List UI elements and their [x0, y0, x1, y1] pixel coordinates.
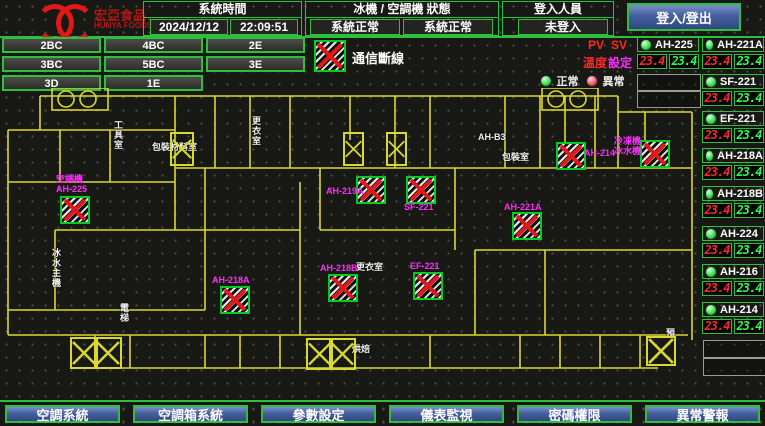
sv-header: SV	[611, 38, 627, 52]
stairwell-icon	[343, 132, 364, 166]
equipment-pv-value: 23.4	[702, 54, 732, 69]
device-label: AH-218B	[320, 263, 358, 273]
setpoint-header: 設定	[608, 54, 632, 71]
pv-header: PV	[588, 38, 604, 52]
equipment-sv-value: 23.4	[734, 54, 764, 69]
device-label: 冰水機	[614, 146, 641, 156]
equipment-name: AH-225	[655, 39, 693, 51]
device-label: AH-218A	[212, 275, 250, 285]
equipment-status-box[interactable]: SF-221	[702, 74, 764, 89]
floor-plan: 工具室包裝材料室更衣室AH-B3包裝室更衣室冰水主機電梯烘焙預 空調機AH-22…	[0, 88, 765, 400]
device-label: 冷凍機	[614, 136, 641, 146]
room-label: 更衣室	[356, 260, 383, 273]
temp-header: 溫度	[583, 54, 607, 71]
login-status-value: 未登入	[518, 19, 608, 35]
device-label: 空調機	[56, 174, 83, 184]
zone-button-4bc[interactable]: 4BC	[104, 37, 203, 53]
stairwell-icon	[386, 132, 407, 166]
system-time-label: 系統時間	[144, 2, 301, 18]
equipment-sv-value: 23.4	[669, 54, 699, 69]
zone-button-2e[interactable]: 2E	[206, 37, 305, 53]
room-label: 包裝室	[502, 150, 529, 163]
device-comm-loss-icon[interactable]	[60, 196, 90, 224]
normal-led-icon	[540, 75, 552, 87]
stairwell-icon	[329, 338, 356, 370]
room-label: 冰水主機	[50, 248, 63, 288]
nav-button-4[interactable]: 密碼權限	[517, 405, 632, 423]
device-comm-loss-icon[interactable]	[220, 286, 250, 314]
stairwell-icon	[646, 336, 676, 366]
equipment-values: 23.4 23.4	[702, 54, 764, 69]
system-date-value: 2024/12/12	[150, 19, 228, 35]
nav-button-2[interactable]: 參數設定	[261, 405, 376, 423]
abnormal-label: 異常	[602, 76, 624, 88]
room-label: 更衣室	[250, 116, 263, 146]
zone-button-grid: 2BC4BC2E3BC5BC3E3D1E	[2, 37, 308, 91]
header-bar: 宏亞食品 HUNYA FOODS 系統時間 2024/12/12 22:09:5…	[0, 0, 765, 38]
machine-status-label: 冰機 / 空調機 狀態	[306, 2, 498, 18]
nav-button-0[interactable]: 空調系統	[5, 405, 120, 423]
login-label: 登入人員	[503, 2, 613, 18]
bottom-nav-bar: 空調系統空調箱系統參數設定儀表監視密碼權限異常警報	[0, 400, 765, 426]
nav-button-1[interactable]: 空調箱系統	[133, 405, 248, 423]
equipment-values: 23.4 23.4	[637, 54, 699, 69]
device-label: AH-221A	[504, 202, 542, 212]
device-comm-loss-icon[interactable]	[328, 274, 358, 302]
equipment-led-icon	[705, 39, 714, 51]
company-logo: 宏亞食品 HUNYA FOODS	[2, 2, 140, 34]
equipment-status-box[interactable]: AH-225	[637, 37, 699, 52]
chiller-status-value: 系統正常	[310, 19, 400, 35]
zone-button-3bc[interactable]: 3BC	[2, 56, 101, 72]
nav-button-3[interactable]: 儀表監視	[389, 405, 504, 423]
device-comm-loss-icon[interactable]	[556, 142, 586, 170]
device-comm-loss-icon[interactable]	[413, 272, 443, 300]
equipment-led-icon	[705, 76, 717, 88]
device-comm-loss-icon[interactable]	[512, 212, 542, 240]
zone-button-3e[interactable]: 3E	[206, 56, 305, 72]
login-logout-button[interactable]: 登入/登出	[627, 3, 741, 31]
equipment-name: AH-221A	[717, 39, 763, 51]
room-label: AH-B3	[478, 132, 506, 142]
comm-loss-legend-label: 通信斷線	[352, 48, 404, 67]
normal-label: 正常	[556, 76, 578, 88]
equipment-led-icon	[640, 39, 652, 51]
system-time-value: 22:09:51	[230, 19, 298, 35]
zone-button-2bc[interactable]: 2BC	[2, 37, 101, 53]
device-label: EF-221	[410, 261, 440, 271]
zone-button-5bc[interactable]: 5BC	[104, 56, 203, 72]
room-label: 工具室	[112, 120, 125, 150]
room-label: 電梯	[118, 303, 131, 323]
equipment-pv-value: 23.4	[637, 54, 667, 69]
equipment-status-box[interactable]: AH-221A	[702, 37, 764, 52]
device-label: AH-219A	[326, 186, 364, 196]
stairwell-icon	[170, 132, 194, 166]
abnormal-led-icon	[586, 75, 598, 87]
device-label: SF-221	[404, 202, 434, 212]
device-comm-loss-icon[interactable]	[406, 176, 436, 204]
equipment-name: SF-221	[720, 76, 756, 88]
nav-button-5[interactable]: 異常警報	[645, 405, 760, 423]
device-label: AH-225	[56, 184, 87, 194]
stairwell-icon	[94, 337, 122, 369]
ac-status-value: 系統正常	[403, 19, 493, 35]
device-comm-loss-icon[interactable]	[640, 140, 670, 168]
comm-loss-legend-icon	[314, 40, 346, 72]
device-label: AH-214	[584, 148, 615, 158]
